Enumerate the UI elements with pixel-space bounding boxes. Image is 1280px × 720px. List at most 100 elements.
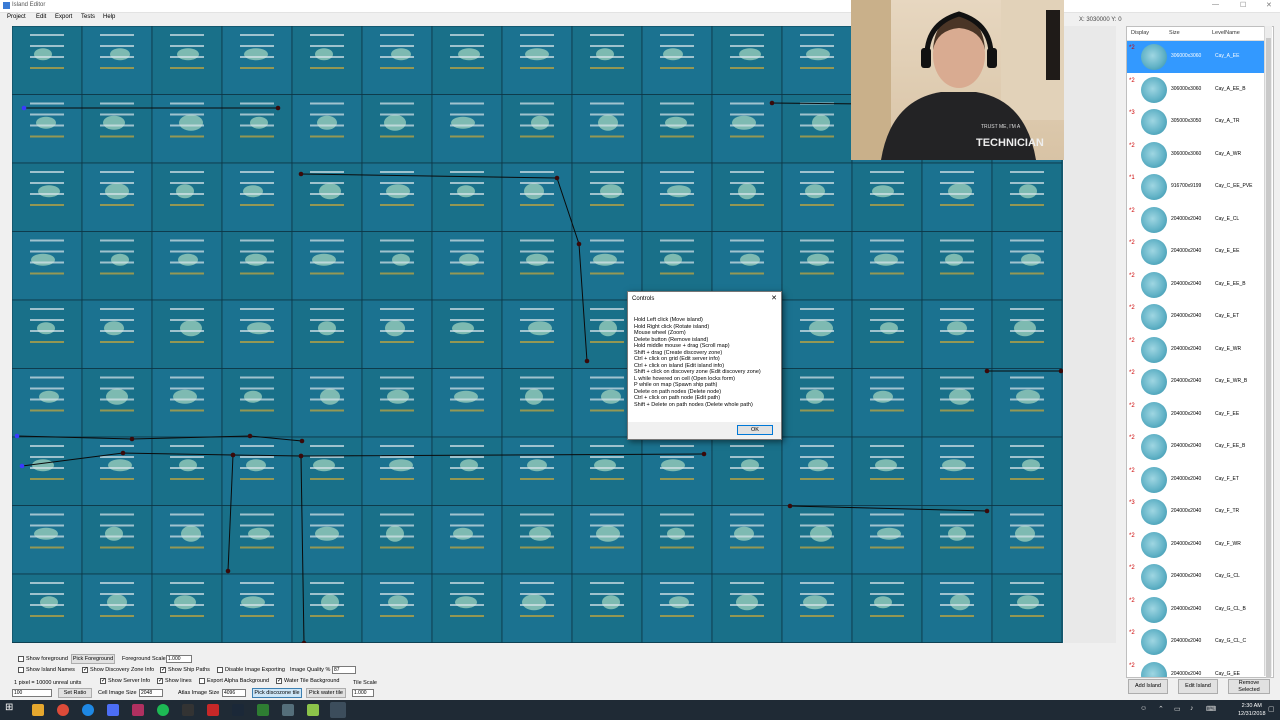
island-list-row[interactable]: *2 204000x2040 Cay_G_CL xyxy=(1127,561,1265,593)
island-marker[interactable] xyxy=(177,48,199,61)
island-marker[interactable] xyxy=(460,459,478,472)
ratio-input[interactable]: 100 xyxy=(12,689,52,697)
path-node[interactable] xyxy=(120,450,126,456)
grid-cell[interactable] xyxy=(12,436,83,506)
island-list-row[interactable]: *2 204000x2040 Cay_G_EE xyxy=(1127,659,1265,677)
island-marker[interactable] xyxy=(248,527,270,540)
island-marker[interactable] xyxy=(664,253,682,266)
island-list-row[interactable]: *2 204000x2040 Cay_E_EE_B xyxy=(1127,269,1265,301)
island-marker[interactable] xyxy=(244,48,268,61)
island-marker[interactable] xyxy=(108,459,132,472)
grid-cell[interactable] xyxy=(81,436,153,506)
path-node[interactable] xyxy=(19,463,25,469)
island-marker[interactable] xyxy=(596,48,614,61)
chrome-icon[interactable] xyxy=(57,704,69,716)
path-node[interactable] xyxy=(298,171,304,177)
grid-cell[interactable] xyxy=(221,368,293,438)
island-marker[interactable] xyxy=(1014,320,1036,337)
island-marker[interactable] xyxy=(457,185,475,198)
tray-chevron-icon[interactable]: ⌃ xyxy=(1158,705,1164,713)
path-node[interactable] xyxy=(769,100,775,106)
grid-cell[interactable] xyxy=(921,231,993,301)
island-marker[interactable] xyxy=(247,322,271,335)
island-marker[interactable] xyxy=(38,185,60,198)
island-marker[interactable] xyxy=(250,116,268,129)
island-marker[interactable] xyxy=(1016,389,1040,404)
island-list-row[interactable]: *2 204000x2040 Cay_E_EE xyxy=(1127,236,1265,268)
island-marker[interactable] xyxy=(243,185,263,198)
grid-cell[interactable] xyxy=(221,505,293,575)
island-marker[interactable] xyxy=(386,525,404,542)
island-marker[interactable] xyxy=(529,526,551,541)
island-list-row[interactable]: *2 306000x3060 Cay_A_WR xyxy=(1127,139,1265,171)
minimize-button[interactable]: — xyxy=(1212,1,1219,8)
island-marker[interactable] xyxy=(598,114,618,131)
grid-cell[interactable] xyxy=(571,26,643,95)
island-list-row[interactable]: *2 204000x2040 Cay_E_CL xyxy=(1127,204,1265,236)
island-list-row[interactable]: *3 305000x3050 Cay_A_TR xyxy=(1127,106,1265,138)
island-marker[interactable] xyxy=(810,525,832,542)
grid-cell[interactable] xyxy=(641,573,713,643)
island-marker[interactable] xyxy=(812,114,830,131)
pick-foreground-button[interactable]: Pick Foreground xyxy=(71,654,115,664)
island-marker[interactable] xyxy=(105,183,129,200)
grid-cell[interactable] xyxy=(151,231,223,301)
island-marker[interactable] xyxy=(602,595,620,610)
grid-cell[interactable] xyxy=(12,26,83,95)
app-icon-12[interactable] xyxy=(307,704,319,716)
island-marker[interactable] xyxy=(805,184,825,199)
island-marker[interactable] xyxy=(179,114,203,131)
island-marker[interactable] xyxy=(599,320,617,337)
menu-edit[interactable]: Edit xyxy=(36,14,46,20)
grid-cell[interactable] xyxy=(221,94,293,164)
island-marker[interactable] xyxy=(39,390,59,403)
island-marker[interactable] xyxy=(40,596,58,609)
edge-icon[interactable] xyxy=(82,704,94,716)
island-list-row[interactable]: *2 204000x2040 Cay_F_EE xyxy=(1127,399,1265,431)
island-marker[interactable] xyxy=(531,115,549,130)
path-node[interactable] xyxy=(225,568,231,574)
island-marker[interactable] xyxy=(1022,459,1040,472)
island-marker[interactable] xyxy=(241,596,265,609)
grid-cell[interactable] xyxy=(361,231,433,301)
store-icon[interactable] xyxy=(107,704,119,716)
scrollbar-thumb[interactable] xyxy=(1266,38,1271,678)
island-marker[interactable] xyxy=(593,253,617,266)
menu-export[interactable]: Export xyxy=(55,14,72,20)
path-node[interactable] xyxy=(701,451,707,457)
atlas-image-size-input[interactable]: 4096 xyxy=(222,689,246,697)
water-tile-background-checkbox[interactable] xyxy=(276,677,282,684)
grid-cell[interactable] xyxy=(221,162,293,232)
grid-cell[interactable] xyxy=(12,573,83,643)
island-marker[interactable] xyxy=(947,321,967,336)
island-marker[interactable] xyxy=(459,253,479,266)
island-marker[interactable] xyxy=(945,253,963,266)
island-marker[interactable] xyxy=(245,253,267,266)
island-marker[interactable] xyxy=(809,320,833,337)
app-icon-10[interactable] xyxy=(257,704,269,716)
column-size[interactable]: Size xyxy=(1169,30,1180,36)
island-marker[interactable] xyxy=(111,253,129,266)
menu-project[interactable]: Project xyxy=(7,14,26,20)
grid-cell[interactable] xyxy=(12,299,83,369)
island-marker[interactable] xyxy=(661,459,685,472)
island-marker[interactable] xyxy=(1015,525,1035,542)
grid-cell[interactable] xyxy=(921,436,993,506)
island-list-row[interactable]: *2 204000x2040 Cay_F_ET xyxy=(1127,464,1265,496)
grid-cell[interactable] xyxy=(851,231,923,301)
grid-cell[interactable] xyxy=(431,231,503,301)
path-node[interactable] xyxy=(129,436,135,442)
grid-cell[interactable] xyxy=(851,368,923,438)
island-marker[interactable] xyxy=(37,322,55,335)
image-quality-input[interactable]: 87 xyxy=(332,666,356,674)
grid-cell[interactable] xyxy=(431,573,503,643)
show-island-names-checkbox[interactable] xyxy=(18,667,24,673)
grid-cell[interactable] xyxy=(361,436,433,506)
grid-cell[interactable] xyxy=(641,94,713,164)
island-marker[interactable] xyxy=(663,48,683,61)
island-marker[interactable] xyxy=(246,459,266,472)
grid-cell[interactable] xyxy=(431,368,503,438)
island-marker[interactable] xyxy=(740,253,760,266)
island-marker[interactable] xyxy=(732,115,756,130)
path-node[interactable] xyxy=(299,438,305,444)
